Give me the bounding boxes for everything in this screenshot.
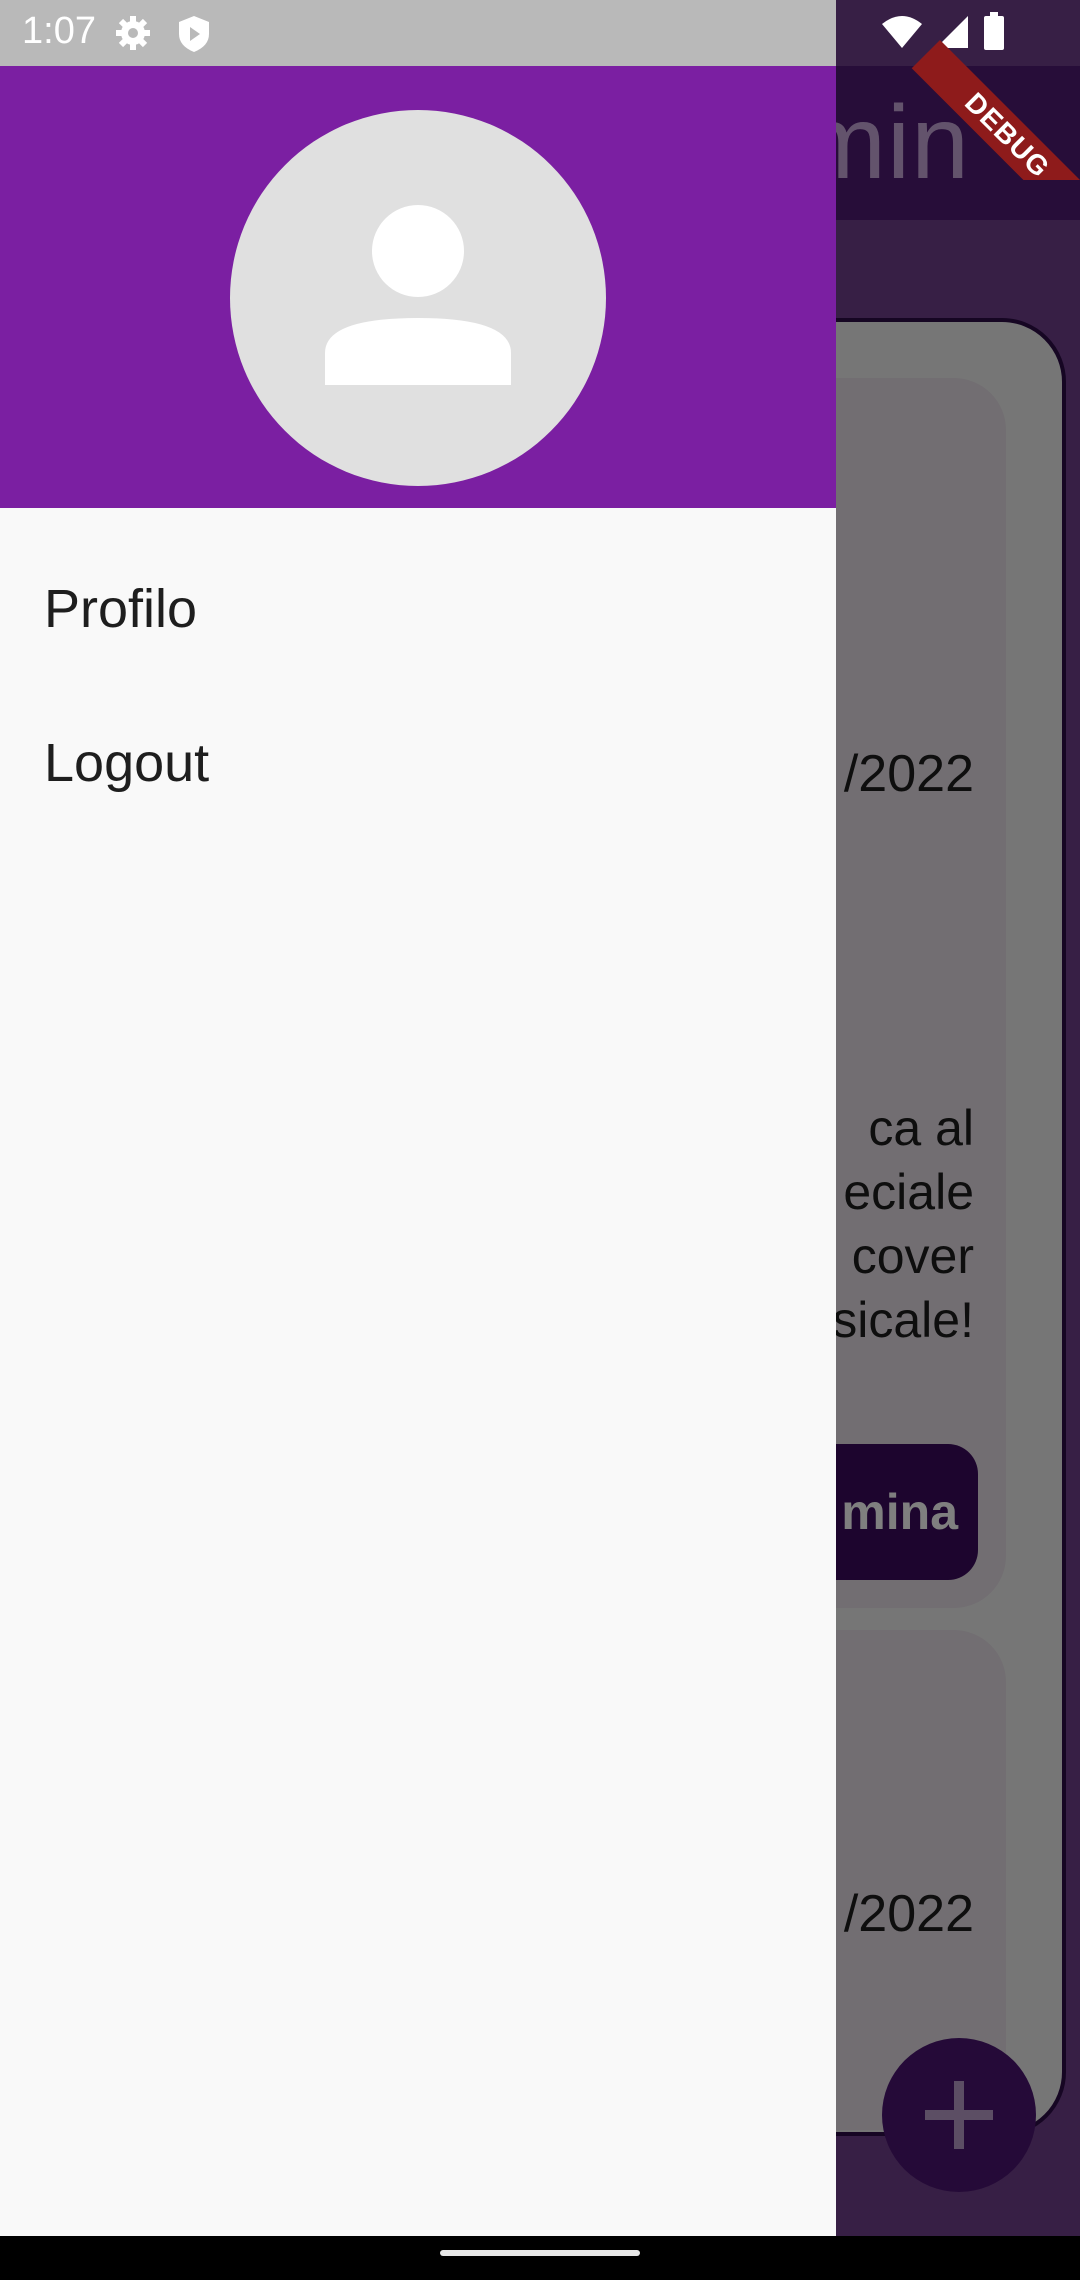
gear-icon (116, 16, 150, 50)
debug-banner: DEBUG (900, 0, 1080, 180)
status-time: 1:07 (22, 10, 96, 52)
drawer-header (0, 66, 836, 508)
debug-ribbon-label: DEBUG (911, 40, 1080, 180)
person-icon (325, 205, 511, 385)
system-nav-bar (0, 2236, 1080, 2280)
home-indicator[interactable] (440, 2250, 640, 2256)
drawer-item-logout[interactable]: Logout (44, 732, 209, 794)
shield-icon (179, 16, 209, 52)
drawer-item-profile[interactable]: Profilo (44, 578, 197, 640)
navigation-drawer: Profilo Logout (0, 66, 836, 2236)
avatar (230, 110, 606, 486)
